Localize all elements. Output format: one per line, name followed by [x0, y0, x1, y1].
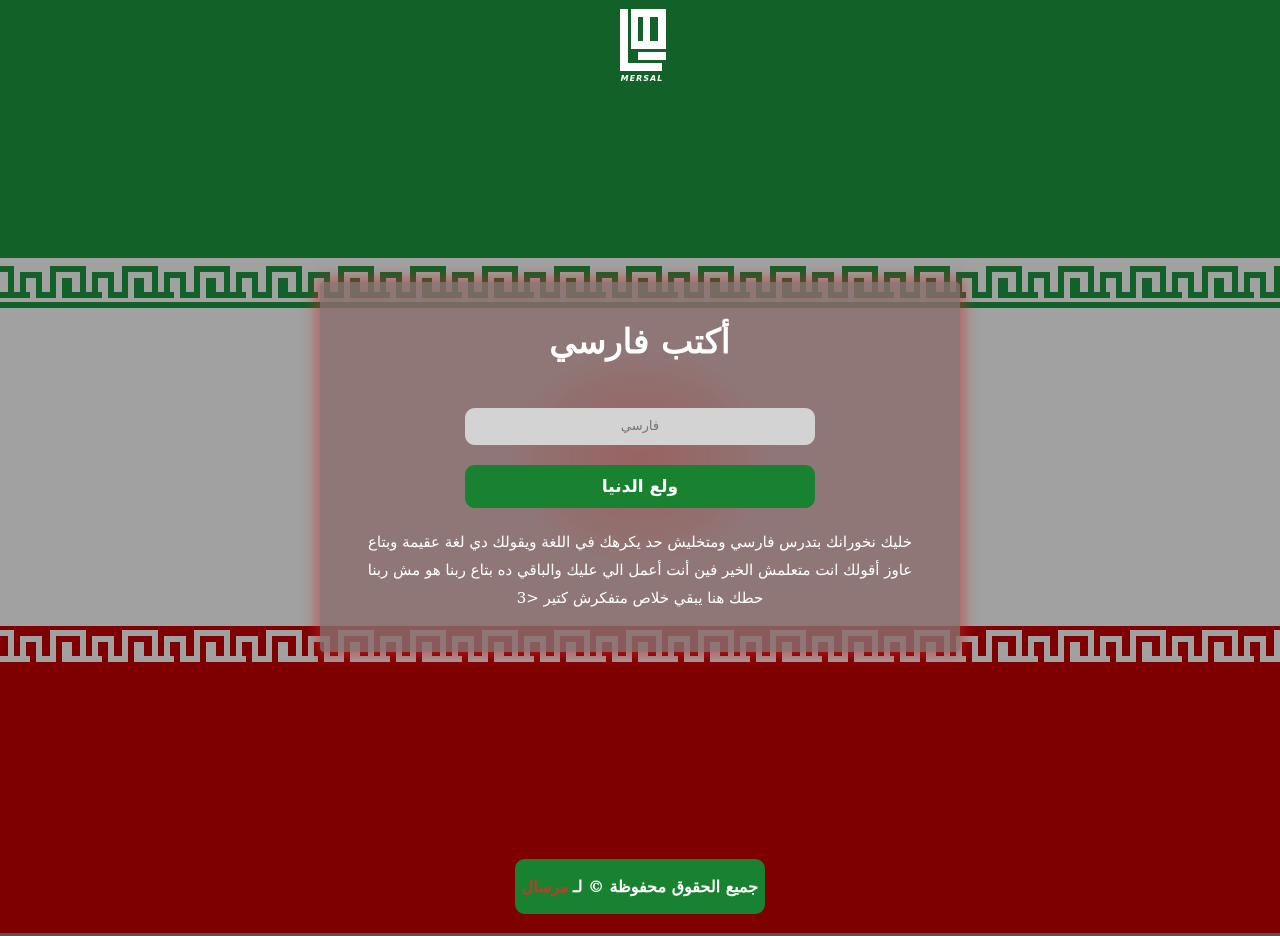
- submit-button[interactable]: ولع الدنيا: [465, 465, 815, 508]
- mersal-logo[interactable]: MERSAL: [612, 8, 672, 86]
- logo-caption: MERSAL: [620, 74, 664, 83]
- footer-brand-link[interactable]: مرسال: [522, 877, 569, 896]
- write-persian-card: أكتب فارسي ولع الدنيا خليك نخورانك بتدرس…: [320, 282, 960, 652]
- description-text: خليك نخورانك بتدرس فارسي ومتخليش حد يكره…: [367, 533, 913, 607]
- footer-copyright: جميع الحقوق محفوظة © لـ مرسال: [515, 859, 765, 914]
- footer-rights-text: جميع الحقوق محفوظة © لـ: [573, 877, 759, 896]
- mersal-logo-icon: [620, 9, 666, 71]
- persian-text-input[interactable]: [465, 408, 815, 445]
- page-title: أكتب فارسي: [549, 322, 731, 362]
